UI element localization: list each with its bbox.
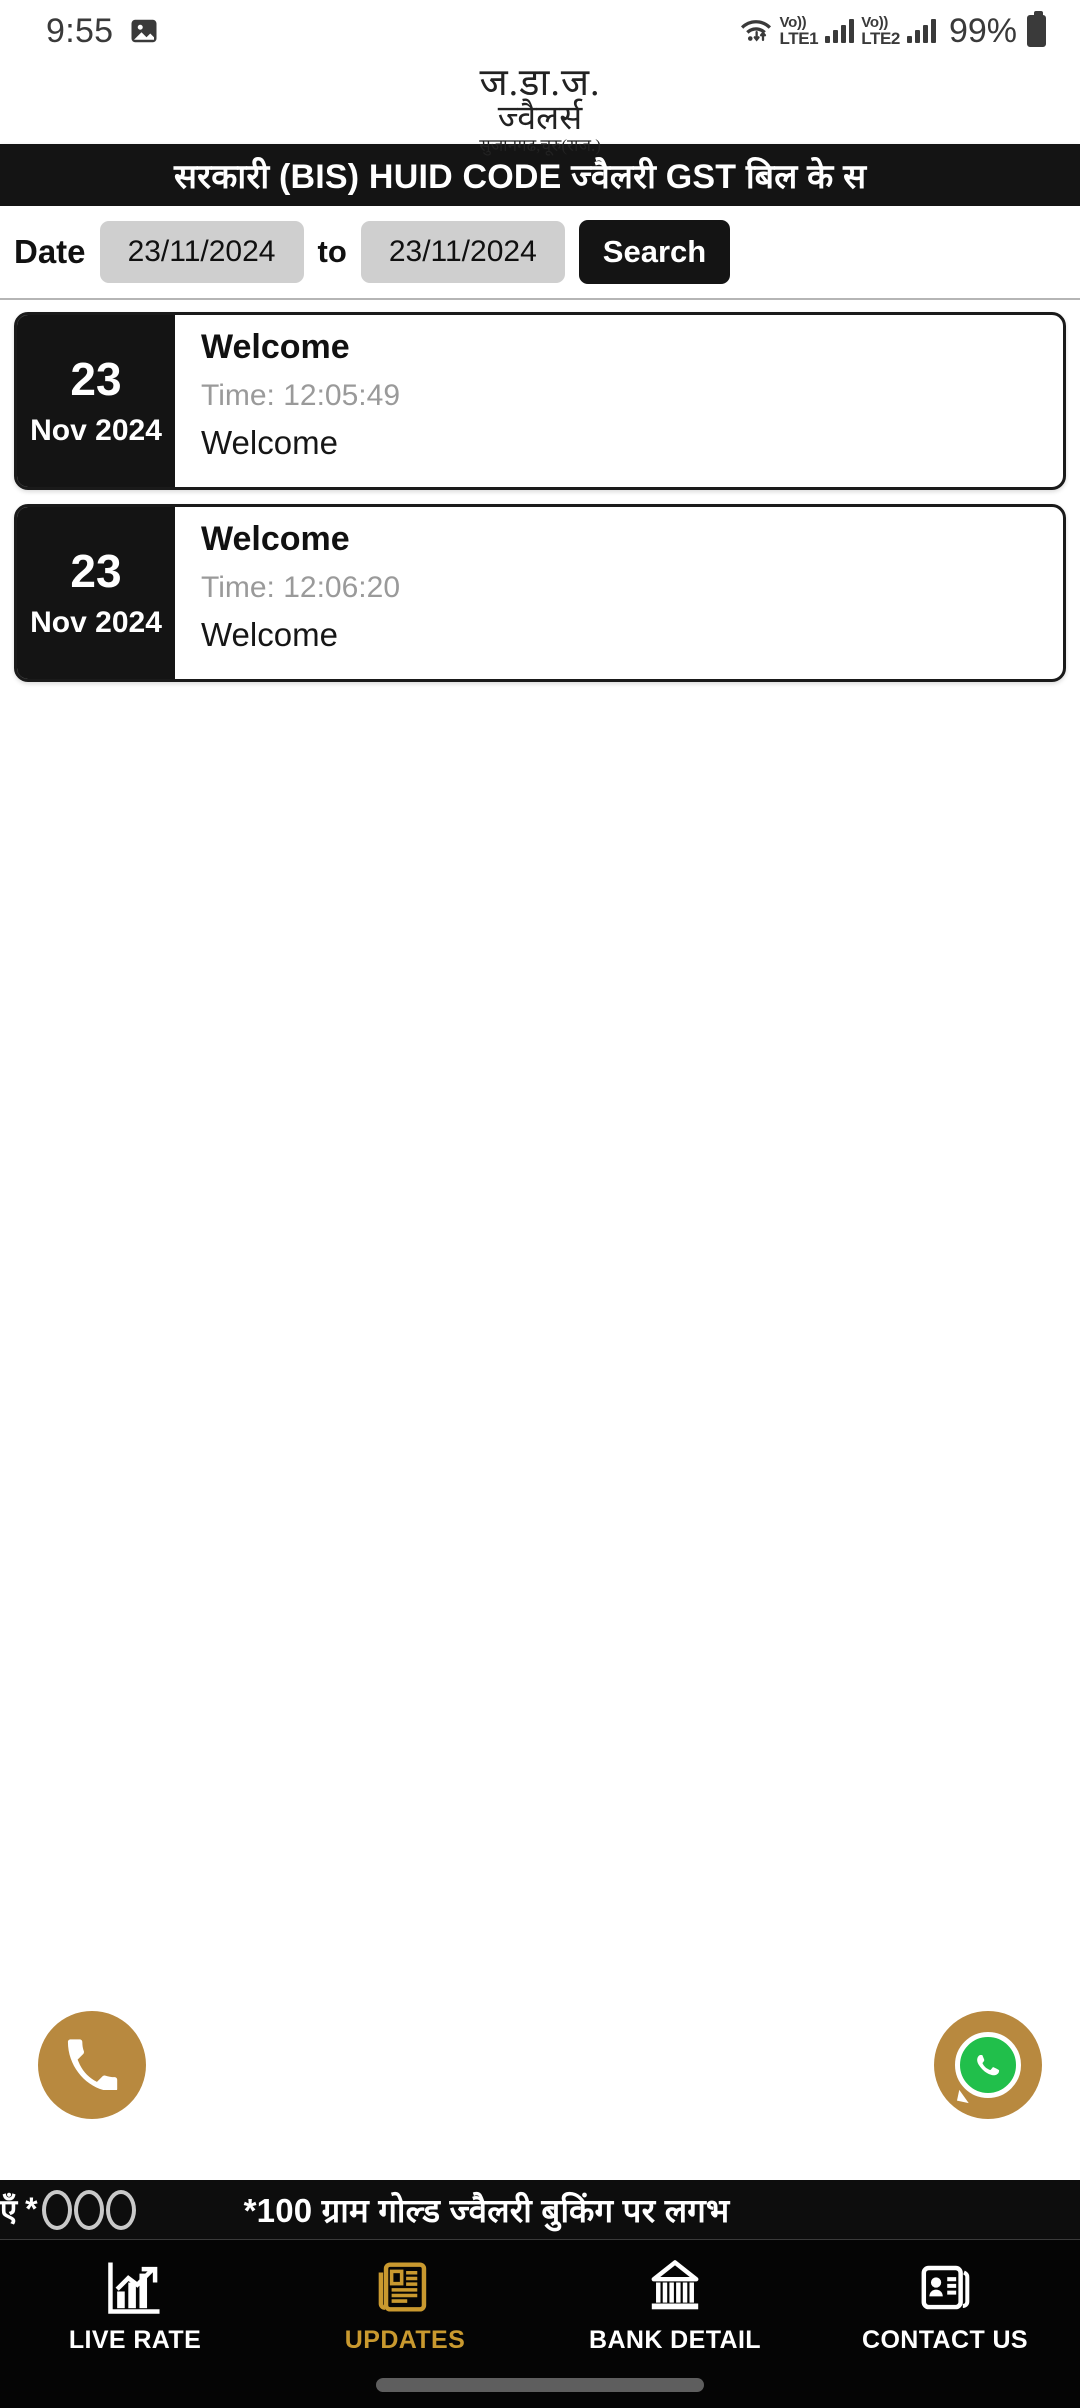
logo-line-1: ज.डा.ज. [479,62,601,104]
card-day: 23 [70,545,122,597]
status-bar-clock: 9:55 [46,11,114,50]
list-item[interactable]: 23 Nov 2024 Welcome Time: 12:06:20 Welco… [14,504,1066,682]
sim1-signal-bars-icon [825,19,855,43]
card-date-block: 23 Nov 2024 [17,315,175,487]
card-date-block: 23 Nov 2024 [17,507,175,679]
date-from-input[interactable]: 23/11/2024 [99,221,304,283]
home-indicator[interactable] [376,2378,704,2392]
status-bar-right: Vo)) LTE1 Vo)) LTE2 99% [739,11,1046,51]
bottom-marquee-text: *100 ग्राम गोल्ड ज्वैलरी बुकिंग पर लगभ [243,2192,730,2229]
nav-label-live-rate: LIVE RATE [68,2326,202,2354]
sim1-volte-indicator: Vo)) LTE1 [780,15,819,47]
card-message: Welcome [201,616,338,654]
nav-item-live-rate[interactable]: LIVE RATE [0,2254,270,2355]
whatsapp-fab-button[interactable] [934,2011,1042,2119]
battery-full-icon [1027,11,1046,47]
card-month-year: Nov 2024 [30,414,162,447]
nav-item-contact-us[interactable]: CONTACT US [810,2254,1080,2355]
top-marquee-text: सरकारी (BIS) HUID CODE ज्वैलरी GST बिल क… [174,158,867,196]
status-bar-left: 9:55 [46,12,159,51]
image-icon [129,16,159,46]
contact-card-icon [916,2254,974,2316]
asterisk-glyph: * [25,2191,38,2227]
nav-item-updates[interactable]: UPDATES [270,2254,540,2355]
date-to-input[interactable]: 23/11/2024 [360,221,565,283]
date-label: Date [14,233,86,270]
app-logo: ज.डा.ज. ज्वैलर्स सुजानगढ,चूरु(राज.) [0,62,1080,155]
wifi-icon [739,15,773,48]
call-fab-button[interactable] [38,2011,146,2119]
sim2-signal-bars-icon [906,19,936,43]
status-bar: 9:55 Vo)) LTE1 Vo)) LTE2 99% [0,0,1080,62]
top-marquee-banner: सरकारी (BIS) HUID CODE ज्वैलरी GST बिल क… [0,144,1080,206]
rings-decoration-icon: * [21,2189,136,2230]
bottom-navigation-bar: LIVE RATE UPDATES BANK DETAIL CONTACT US [0,2240,1080,2408]
card-content: Welcome Time: 12:05:49 Welcome [175,315,1063,487]
nav-label-updates: UPDATES [344,2326,466,2354]
date-search-bar: Date 23/11/2024 to 23/11/2024 Search [0,206,1080,300]
sim2-lte-label: LTE2 [861,29,900,48]
card-time: Time: 12:05:49 [201,379,400,413]
sim1-lte-label: LTE1 [779,29,819,48]
bottom-marquee-prefix: एँ [0,2192,18,2228]
card-month-year: Nov 2024 [30,606,162,639]
nav-label-bank-detail: BANK DETAIL [589,2326,761,2354]
battery-percent-label: 99% [948,11,1017,50]
logo-line-2: ज्वैलर्स [497,99,583,137]
sim1-vo-label: Vo)) [779,14,807,31]
newspaper-icon [376,2254,434,2316]
card-title: Welcome [201,520,350,558]
nav-label-contact-us: CONTACT US [861,2326,1029,2354]
card-day: 23 [70,353,122,405]
chart-growth-icon [106,2254,164,2316]
bottom-marquee-banner: एँ * *100 ग्राम गोल्ड ज्वैलरी बुकिंग पर … [0,2180,1080,2240]
card-content: Welcome Time: 12:06:20 Welcome [175,507,1063,679]
search-button[interactable]: Search [578,220,731,284]
updates-list: 23 Nov 2024 Welcome Time: 12:05:49 Welco… [0,300,1080,682]
sim2-volte-indicator: Vo)) LTE2 [861,15,900,47]
phone-icon [65,2036,119,2095]
card-message: Welcome [201,424,338,462]
list-item[interactable]: 23 Nov 2024 Welcome Time: 12:05:49 Welco… [14,312,1066,490]
bank-building-icon [646,2254,704,2316]
nav-item-bank-detail[interactable]: BANK DETAIL [540,2254,810,2355]
card-time: Time: 12:06:20 [201,571,400,605]
sim2-vo-label: Vo)) [861,14,889,31]
date-to-label: to [317,234,347,269]
whatsapp-icon [955,2032,1021,2098]
card-title: Welcome [201,328,350,366]
